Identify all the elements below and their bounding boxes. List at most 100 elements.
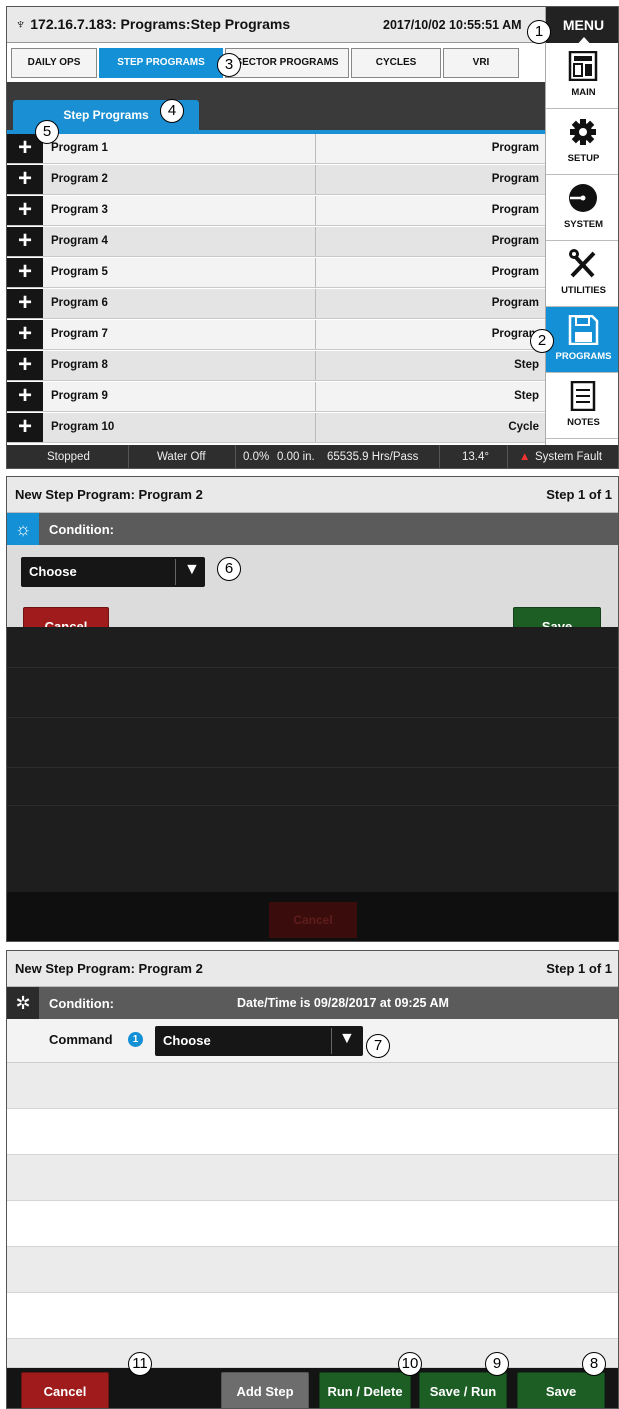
status-divider xyxy=(507,445,508,468)
main-panel-icon xyxy=(568,51,598,81)
tab-step-programs[interactable]: STEP PROGRAMS xyxy=(99,48,223,78)
column-divider xyxy=(315,258,316,287)
column-divider xyxy=(315,413,316,442)
plus-icon[interactable]: + xyxy=(7,289,43,318)
warning-icon: ▲ xyxy=(519,451,531,463)
program-name: Program 2 xyxy=(51,173,108,185)
step-command-dialog: New Step Program: Program 2 Step 1 of 1 … xyxy=(6,950,619,1409)
empty-row xyxy=(7,1201,618,1247)
status-percent: 0.0% xyxy=(243,451,270,463)
menu-item-system[interactable]: SYSTEM xyxy=(546,175,618,241)
tab-sector-programs[interactable]: SECTOR PROGRAMS xyxy=(225,48,349,78)
dialog-title: New Step Program: Program 2 xyxy=(15,961,203,976)
dropdown-divider xyxy=(175,559,176,585)
empty-row xyxy=(7,1293,618,1339)
callout-4: 4 xyxy=(160,99,184,123)
program-row[interactable]: + Program 1 Program xyxy=(7,134,547,164)
disabled-cancel-button: Cancel xyxy=(269,902,357,938)
add-step-button[interactable]: Add Step xyxy=(221,1372,309,1408)
program-row[interactable]: + Program 7 Program xyxy=(7,320,547,350)
menu-item-programs[interactable]: PROGRAMS xyxy=(546,307,618,373)
program-name: Program 8 xyxy=(51,359,108,371)
program-row[interactable]: + Program 9 Step xyxy=(7,382,547,412)
tab-daily-ops[interactable]: DAILY OPS xyxy=(11,48,97,78)
footer-bar: Cancel xyxy=(7,892,618,941)
row-divider xyxy=(7,767,618,768)
window-title: ♆ 172.16.7.183: Programs:Step Programs xyxy=(15,16,290,33)
plus-icon[interactable]: + xyxy=(7,351,43,380)
command-dropdown[interactable]: Choose ▼ xyxy=(155,1026,363,1056)
program-type: Program xyxy=(491,173,539,185)
program-row[interactable]: + Program 3 Program xyxy=(7,196,547,226)
sun-icon[interactable]: ☼ xyxy=(7,513,39,545)
step-indicator: Step 1 of 1 xyxy=(546,961,612,976)
dialog-header: New Step Program: Program 2 Step 1 of 1 xyxy=(7,951,618,987)
clock: 2017/10/02 10:55:51 AM xyxy=(383,18,522,32)
program-type: Program xyxy=(491,235,539,247)
program-row[interactable]: + Program 8 Step xyxy=(7,351,547,381)
plus-icon[interactable]: + xyxy=(7,320,43,349)
status-divider xyxy=(128,445,129,468)
program-type: Step xyxy=(514,359,539,371)
system-dial-icon xyxy=(569,184,597,212)
callout-5: 5 xyxy=(35,120,59,144)
empty-row xyxy=(7,1063,618,1109)
program-row[interactable]: + Program 4 Program xyxy=(7,227,547,257)
column-divider xyxy=(315,227,316,256)
gear-icon[interactable]: ✲ xyxy=(7,987,39,1019)
plus-icon[interactable]: + xyxy=(7,227,43,256)
menu-item-main[interactable]: MAIN xyxy=(546,43,618,109)
menu-label-programs: PROGRAMS xyxy=(555,351,612,362)
program-name: Program 3 xyxy=(51,204,108,216)
program-row[interactable]: + Program 10 Cycle xyxy=(7,413,547,443)
program-row[interactable]: + Program 5 Program xyxy=(7,258,547,288)
footer-toolbar: Cancel Add Step Run / Delete Save / Run … xyxy=(7,1368,618,1408)
callout-9: 9 xyxy=(485,1352,509,1376)
tab-vri[interactable]: VRI xyxy=(443,48,519,78)
empty-area xyxy=(7,627,618,892)
menu-label-notes: NOTES xyxy=(567,417,600,428)
menu-item-utilities[interactable]: UTILITIES xyxy=(546,241,618,307)
gear-icon xyxy=(570,119,596,145)
condition-label: Condition: xyxy=(49,522,114,537)
plus-icon[interactable]: + xyxy=(7,413,43,442)
title-bar: ♆ 172.16.7.183: Programs:Step Programs 20… xyxy=(7,7,618,43)
status-state: Stopped xyxy=(47,451,90,463)
subtab-bar: Step Programs xyxy=(7,82,547,130)
column-divider xyxy=(315,289,316,318)
side-menu: MENU MAIN SETUP SYSTEM UTILITIES PROGRAM… xyxy=(545,7,618,445)
column-divider xyxy=(315,382,316,411)
command-label: Command xyxy=(49,1032,113,1047)
notes-icon xyxy=(570,381,596,411)
program-row[interactable]: + Program 6 Program xyxy=(7,289,547,319)
program-name: Program 6 xyxy=(51,297,108,309)
menu-item-notes[interactable]: NOTES xyxy=(546,373,618,439)
callout-3: 3 xyxy=(217,53,241,77)
menu-item-setup[interactable]: SETUP xyxy=(546,109,618,175)
callout-7: 7 xyxy=(366,1034,390,1058)
status-angle: 13.4° xyxy=(462,451,489,463)
save-run-button[interactable]: Save / Run xyxy=(419,1372,507,1408)
new-step-program-dialog: New Step Program: Program 2 Step 1 of 1 … xyxy=(6,476,619,942)
status-fault[interactable]: System Fault xyxy=(535,451,602,463)
info-badge-icon[interactable]: 1 xyxy=(128,1032,143,1047)
condition-label: Condition: xyxy=(49,996,114,1011)
tools-icon xyxy=(569,249,596,278)
empty-row xyxy=(7,1109,618,1155)
menu-label-system: SYSTEM xyxy=(563,219,604,230)
column-divider xyxy=(315,165,316,194)
plus-icon[interactable]: + xyxy=(7,258,43,287)
tab-cycles[interactable]: CYCLES xyxy=(351,48,441,78)
condition-dropdown[interactable]: Choose ▼ xyxy=(21,557,205,587)
run-delete-button[interactable]: Run / Delete xyxy=(319,1372,411,1408)
plus-icon[interactable]: + xyxy=(7,382,43,411)
save-button[interactable]: Save xyxy=(517,1372,605,1408)
status-divider xyxy=(439,445,440,468)
step-programs-screen: ♆ 172.16.7.183: Programs:Step Programs 20… xyxy=(6,6,619,469)
program-name: Program 5 xyxy=(51,266,108,278)
cancel-button[interactable]: Cancel xyxy=(21,1372,109,1408)
program-row[interactable]: + Program 2 Program xyxy=(7,165,547,195)
plus-icon[interactable]: + xyxy=(7,165,43,194)
plus-icon[interactable]: + xyxy=(7,196,43,225)
condition-bar: ✲ Condition: Date/Time is 09/28/2017 at … xyxy=(7,987,618,1019)
